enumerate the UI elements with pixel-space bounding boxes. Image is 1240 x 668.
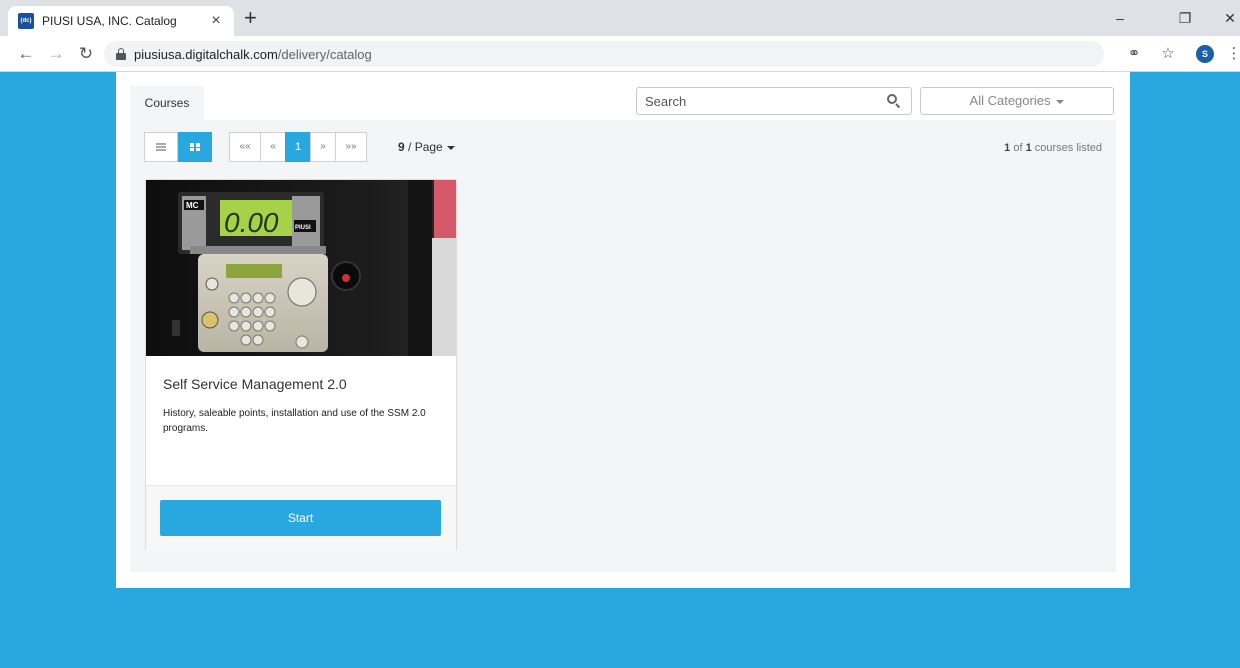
course-card-footer: Start (146, 485, 456, 551)
view-toggle (144, 132, 212, 162)
window-close-icon[interactable]: ✕ (1210, 4, 1240, 32)
course-image[interactable]: MC 0.00 PIUSI (146, 180, 456, 356)
search-input[interactable] (637, 88, 867, 114)
catalog-header: Courses All Categories (130, 86, 1116, 120)
catalog-inner: Courses All Categories «« « 1 » »» (130, 86, 1116, 572)
brand-piusi: PIUSI (295, 225, 311, 231)
course-title[interactable]: Self Service Management 2.0 (163, 376, 347, 392)
last-page-button[interactable]: »» (335, 132, 367, 162)
profile-avatar[interactable]: S (1196, 45, 1214, 63)
address-bar[interactable]: piusiusa.digitalchalk.com/delivery/catal… (104, 41, 1104, 67)
tab-courses[interactable]: Courses (130, 86, 204, 120)
grid-view-button[interactable] (178, 132, 212, 162)
tab-title: PIUSI USA, INC. Catalog (42, 14, 177, 28)
pagination: «« « 1 » »» (229, 132, 367, 162)
page-1-button[interactable]: 1 (285, 132, 311, 162)
catalog-panel: Courses All Categories «« « 1 » »» (116, 72, 1130, 588)
forward-icon[interactable]: → (44, 42, 68, 66)
first-page-button[interactable]: «« (229, 132, 261, 162)
next-page-button[interactable]: » (310, 132, 336, 162)
browser-tabstrip: (dc) PIUSI USA, INC. Catalog × + – ❐ ✕ (0, 0, 1240, 36)
course-count: 1 of 1 courses listed (1004, 142, 1102, 154)
reload-icon[interactable]: ↻ (74, 42, 98, 66)
brand-mc: MC (186, 201, 199, 210)
lock-icon (116, 48, 126, 60)
browser-tab[interactable]: (dc) PIUSI USA, INC. Catalog × (8, 6, 234, 36)
prev-page-button[interactable]: « (260, 132, 286, 162)
grid-icon (190, 143, 200, 151)
menu-icon[interactable]: ⋮ (1224, 44, 1240, 64)
key-icon[interactable]: ⚭ (1124, 44, 1144, 64)
star-icon[interactable]: ☆ (1158, 44, 1178, 64)
new-tab-button[interactable]: + (244, 7, 257, 29)
start-button[interactable]: Start (160, 500, 441, 536)
per-page-count: 9 (398, 140, 405, 154)
category-label: All Categories (969, 93, 1051, 108)
url-host: piusiusa.digitalchalk.com (134, 46, 278, 62)
per-page-suffix: / Page (404, 140, 443, 154)
chevron-down-icon (446, 145, 455, 150)
browser-toolbar: ← → ↻ piusiusa.digitalchalk.com/delivery… (0, 36, 1240, 72)
course-description: History, saleable points, installation a… (163, 408, 426, 434)
chevron-down-icon (1056, 99, 1065, 104)
restore-icon[interactable]: ❐ (1165, 4, 1205, 32)
course-card: MC 0.00 PIUSI Self Service Management 2.… (145, 179, 457, 551)
back-icon[interactable]: ← (14, 42, 38, 66)
minimize-icon[interactable]: – (1100, 4, 1140, 32)
url-path: /delivery/catalog (277, 46, 372, 62)
list-icon (156, 143, 166, 151)
category-dropdown[interactable]: All Categories (920, 87, 1114, 115)
close-tab-icon[interactable]: × (208, 12, 224, 30)
meter-display: 0.00 (224, 207, 279, 238)
favicon-icon: (dc) (18, 13, 34, 29)
per-page-dropdown[interactable]: 9 / Page (398, 140, 455, 154)
search-icon[interactable] (887, 94, 901, 109)
search-box (636, 87, 912, 115)
list-view-button[interactable] (144, 132, 178, 162)
